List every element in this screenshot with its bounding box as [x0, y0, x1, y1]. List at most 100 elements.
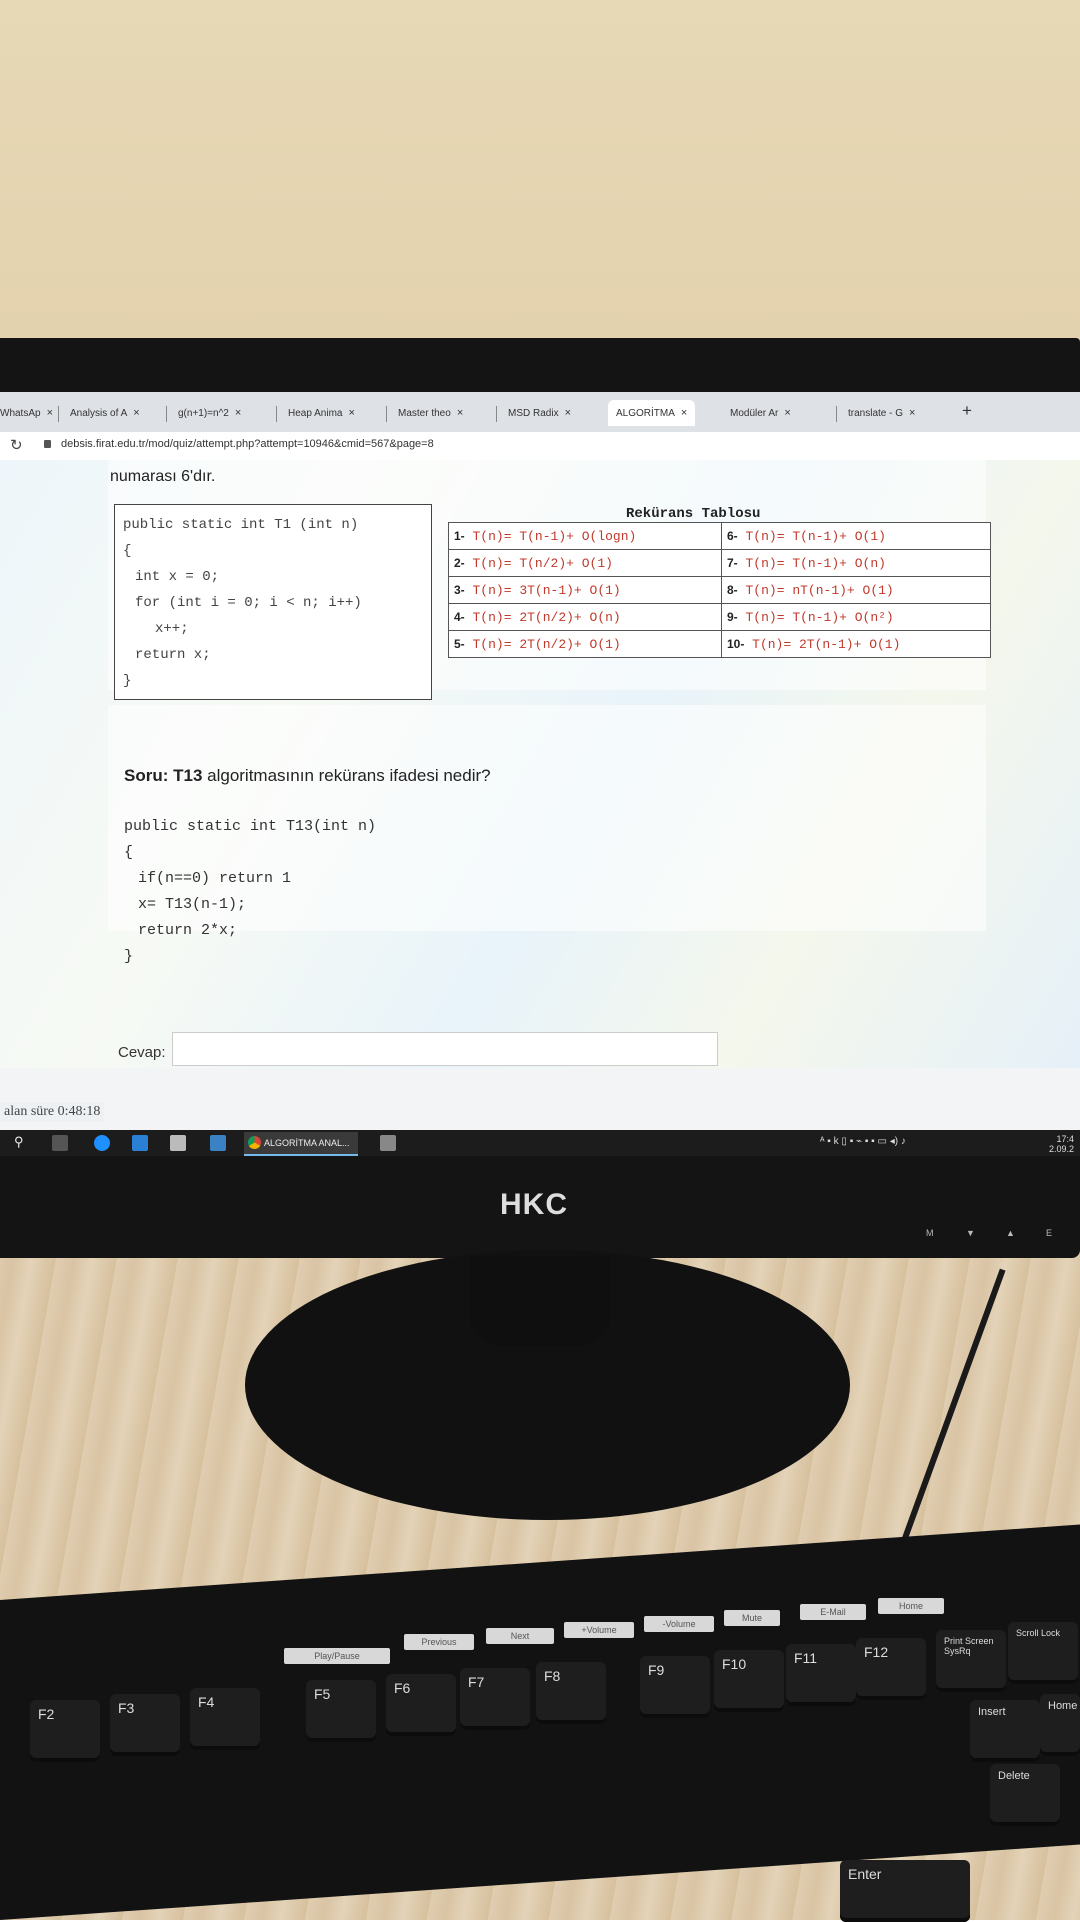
recurrence-cell: 4- T(n)= 2T(n/2)+ O(n)	[448, 603, 722, 631]
tab-algoritma[interactable]: ALGORİTMA ×	[608, 400, 696, 426]
key-email[interactable]: E-Mail	[800, 1604, 866, 1620]
answer-input[interactable]	[172, 1032, 718, 1066]
close-icon[interactable]: ×	[133, 407, 139, 419]
browser-tab-bar: WhatsAp × Analysis of A × g(n+1)=n^2 × Heap…	[0, 392, 1080, 432]
key-home-media[interactable]: Home	[878, 1598, 944, 1614]
key-insert[interactable]: Insert	[970, 1700, 1040, 1762]
tab-separator	[496, 406, 497, 422]
reload-icon[interactable]: ↻	[10, 436, 23, 454]
address-bar[interactable]: ↻ debsis.firat.edu.tr/mod/quiz/attempt.p…	[0, 432, 1080, 461]
tab-g-n[interactable]: g(n+1)=n^2 ×	[178, 400, 241, 426]
key-volume-up[interactable]: +Volume	[564, 1622, 634, 1638]
key-label: Print Screen SysRq	[944, 1636, 994, 1656]
code-line: return 2*x;	[138, 922, 238, 939]
close-icon[interactable]: ×	[47, 407, 53, 419]
key-next[interactable]: Next	[486, 1628, 554, 1644]
new-tab-button[interactable]: +	[962, 401, 972, 421]
tab-analysis[interactable]: Analysis of A ×	[70, 400, 140, 426]
recurrence-lhs: T(n)=	[745, 555, 785, 571]
monitor-stand-neck	[470, 1256, 610, 1346]
url-text[interactable]: debsis.firat.edu.tr/mod/quiz/attempt.php…	[61, 438, 434, 450]
key-label: F6	[394, 1680, 411, 1696]
key-enter[interactable]: Enter	[840, 1860, 970, 1922]
system-tray[interactable]: 17:4 2.09.2	[1049, 1134, 1074, 1154]
key-f8[interactable]: F8	[536, 1662, 606, 1724]
taskbar-app-label: ALGORİTMA ANAL...	[264, 1138, 350, 1148]
code-line: }	[123, 673, 132, 689]
tab-separator	[386, 406, 387, 422]
recurrence-num: 10-	[727, 636, 745, 651]
recurrence-lhs: T(n)=	[472, 555, 512, 571]
key-f11[interactable]: F11	[786, 1644, 856, 1706]
answer-label: Cevap:	[118, 1044, 166, 1061]
chrome-icon	[248, 1136, 261, 1149]
key-previous[interactable]: Previous	[404, 1634, 474, 1650]
tab-msd-radix[interactable]: MSD Radix ×	[508, 400, 571, 426]
tab-separator	[836, 406, 837, 422]
key-f4[interactable]: F4	[190, 1688, 260, 1750]
task-view-icon[interactable]	[52, 1135, 68, 1151]
close-icon[interactable]: ×	[681, 407, 687, 419]
key-home[interactable]: Home	[1040, 1694, 1080, 1756]
key-delete[interactable]: Delete	[990, 1764, 1060, 1826]
recurrence-num: 5-	[454, 636, 465, 651]
code-line: x= T13(n-1);	[138, 896, 247, 913]
mail-icon[interactable]	[210, 1135, 226, 1151]
key-f12[interactable]: F12	[856, 1638, 926, 1700]
recurrence-table: 1- T(n)= T(n-1)+ O(logn) 6- T(n)= T(n-1)+…	[448, 522, 991, 658]
recurrence-cell: 2- T(n)= T(n/2)+ O(1)	[448, 549, 722, 577]
tab-master[interactable]: Master theo ×	[398, 400, 463, 426]
key-print-screen[interactable]: Print Screen SysRq	[936, 1630, 1006, 1692]
key-f9[interactable]: F9	[640, 1656, 710, 1718]
tray-icons[interactable]: ᴬ ▪ k ▯ ▪ ⌁ ▪ ▪ ▭ ◂) ♪	[820, 1136, 906, 1147]
close-icon[interactable]: ×	[909, 407, 915, 419]
monitor-down-button[interactable]: ▼	[966, 1228, 975, 1238]
intro-text: numarası 6'dır.	[110, 468, 216, 485]
key-play-pause[interactable]: Play/Pause	[284, 1648, 390, 1664]
taskbar-app-chrome[interactable]: ALGORİTMA ANAL...	[244, 1132, 358, 1156]
key-mute[interactable]: Mute	[724, 1610, 780, 1626]
key-label: Insert	[978, 1706, 1006, 1718]
edge-icon[interactable]	[94, 1135, 110, 1151]
tab-whatsapp[interactable]: WhatsAp ×	[0, 400, 53, 426]
code-line: if(n==0) return 1	[138, 870, 292, 887]
key-f2[interactable]: F2	[30, 1700, 100, 1762]
recurrence-row: 2- T(n)= T(n/2)+ O(1) 7- T(n)= T(n-1)+ O(…	[448, 549, 991, 577]
code-line: x++;	[155, 621, 189, 637]
tab-label: Modüler Ar	[730, 407, 779, 419]
tab-moduler[interactable]: Modüler Ar ×	[730, 400, 791, 426]
key-volume-down[interactable]: -Volume	[644, 1616, 714, 1632]
key-scroll-lock[interactable]: Scroll Lock	[1008, 1622, 1078, 1684]
recurrence-rhs: T(n-1)+ O(1)	[792, 528, 886, 544]
monitor-up-button[interactable]: ▲	[1006, 1228, 1015, 1238]
tab-label: g(n+1)=n^2	[178, 407, 229, 419]
calculator-icon[interactable]	[380, 1135, 396, 1151]
code-line: int x = 0;	[135, 569, 220, 585]
tab-heap[interactable]: Heap Anima ×	[288, 400, 355, 426]
close-icon[interactable]: ×	[565, 407, 571, 419]
recurrence-cell: 3- T(n)= 3T(n-1)+ O(1)	[448, 576, 722, 604]
key-f5[interactable]: F5	[306, 1680, 376, 1742]
key-f10[interactable]: F10	[714, 1650, 784, 1712]
recurrence-row: 1- T(n)= T(n-1)+ O(logn) 6- T(n)= T(n-1)+…	[448, 522, 991, 550]
close-icon[interactable]: ×	[784, 407, 790, 419]
clock-time: 17:4	[1056, 1134, 1074, 1144]
store-icon[interactable]	[170, 1135, 186, 1151]
question-body: algoritmasının rekürans ifadesi nedir?	[202, 766, 491, 785]
key-f7[interactable]: F7	[460, 1668, 530, 1730]
close-icon[interactable]: ×	[235, 407, 241, 419]
key-f3[interactable]: F3	[110, 1694, 180, 1756]
monitor-menu-button[interactable]: M	[926, 1228, 934, 1238]
close-icon[interactable]: ×	[457, 407, 463, 419]
explorer-icon[interactable]	[132, 1135, 148, 1151]
search-icon[interactable]: ⚲	[14, 1134, 30, 1150]
question-label: Soru: T13	[124, 766, 203, 785]
monitor-exit-button[interactable]: E	[1046, 1228, 1052, 1238]
recurrence-num: 7-	[727, 555, 738, 570]
tab-translate[interactable]: translate - G ×	[848, 400, 915, 426]
close-icon[interactable]: ×	[348, 407, 354, 419]
key-f6[interactable]: F6	[386, 1674, 456, 1736]
recurrence-table-title: Rekürans Tablosu	[626, 506, 761, 522]
windows-taskbar: ⚲ ALGORİTMA ANAL... 17:4 2.09.2 ᴬ ▪ k ▯ …	[0, 1130, 1080, 1156]
recurrence-rhs: 3T(n-1)+ O(1)	[519, 582, 621, 598]
